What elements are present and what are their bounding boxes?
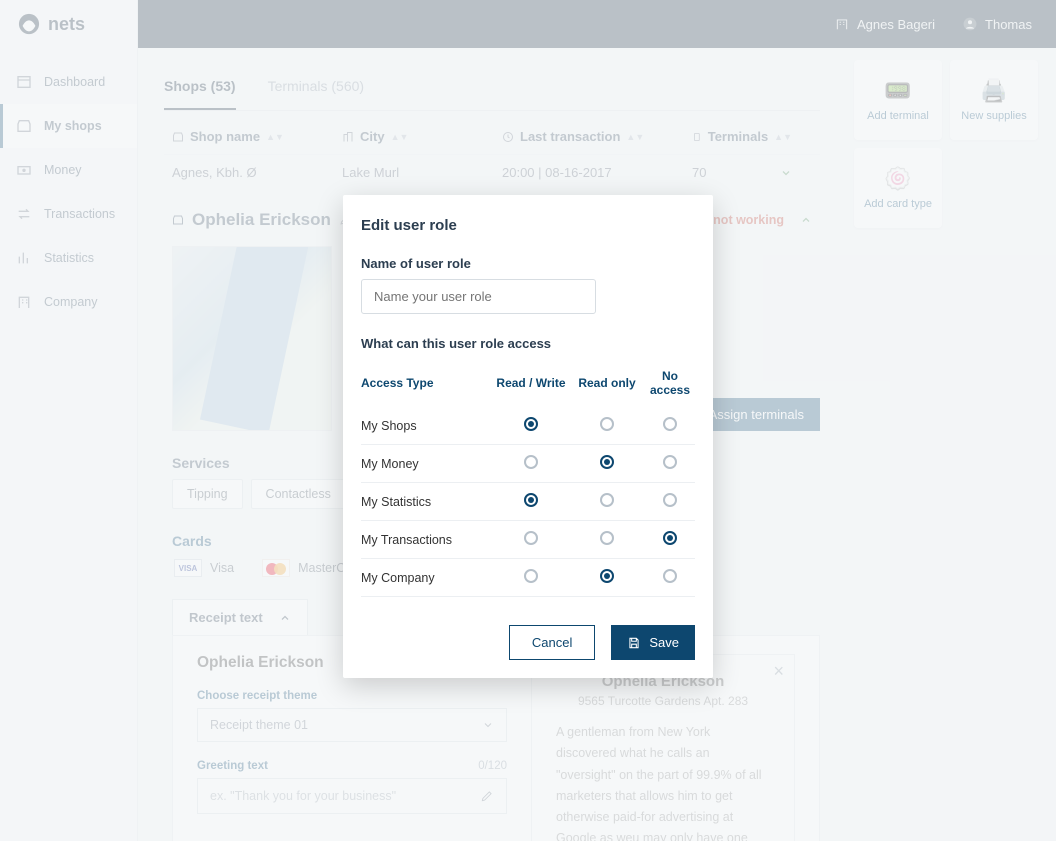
radio-no[interactable] xyxy=(663,531,677,545)
save-icon xyxy=(627,636,641,650)
permission-row: My Company xyxy=(361,559,695,597)
radio-ro[interactable] xyxy=(600,417,614,431)
radio-no[interactable] xyxy=(663,417,677,431)
perm-label: My Transactions xyxy=(361,533,493,547)
permissions-header: Access Type Read / Write Read only No ac… xyxy=(361,359,695,407)
perm-label: My Statistics xyxy=(361,495,493,509)
radio-no[interactable] xyxy=(663,569,677,583)
cancel-button[interactable]: Cancel xyxy=(509,625,595,660)
modal-actions: Cancel Save xyxy=(361,625,695,660)
permission-row: My Transactions xyxy=(361,521,695,559)
radio-rw[interactable] xyxy=(524,455,538,469)
permission-row: My Money xyxy=(361,445,695,483)
save-button[interactable]: Save xyxy=(611,625,695,660)
role-name-input[interactable] xyxy=(361,279,596,314)
radio-rw[interactable] xyxy=(524,417,538,431)
field-label: Name of user role xyxy=(361,256,695,271)
radio-ro[interactable] xyxy=(600,455,614,469)
modal-title: Edit user role xyxy=(361,217,695,234)
radio-ro[interactable] xyxy=(600,531,614,545)
radio-no[interactable] xyxy=(663,455,677,469)
radio-no[interactable] xyxy=(663,493,677,507)
perm-label: My Shops xyxy=(361,419,493,433)
perm-label: My Money xyxy=(361,457,493,471)
radio-rw[interactable] xyxy=(524,569,538,583)
radio-rw[interactable] xyxy=(524,493,538,507)
radio-ro[interactable] xyxy=(600,493,614,507)
radio-rw[interactable] xyxy=(524,531,538,545)
radio-ro[interactable] xyxy=(600,569,614,583)
permission-row: My Statistics xyxy=(361,483,695,521)
permission-row: My Shops xyxy=(361,407,695,445)
edit-user-role-modal: Edit user role Name of user role What ca… xyxy=(343,195,713,678)
perm-label: My Company xyxy=(361,571,493,585)
section-label: What can this user role access xyxy=(361,336,695,351)
